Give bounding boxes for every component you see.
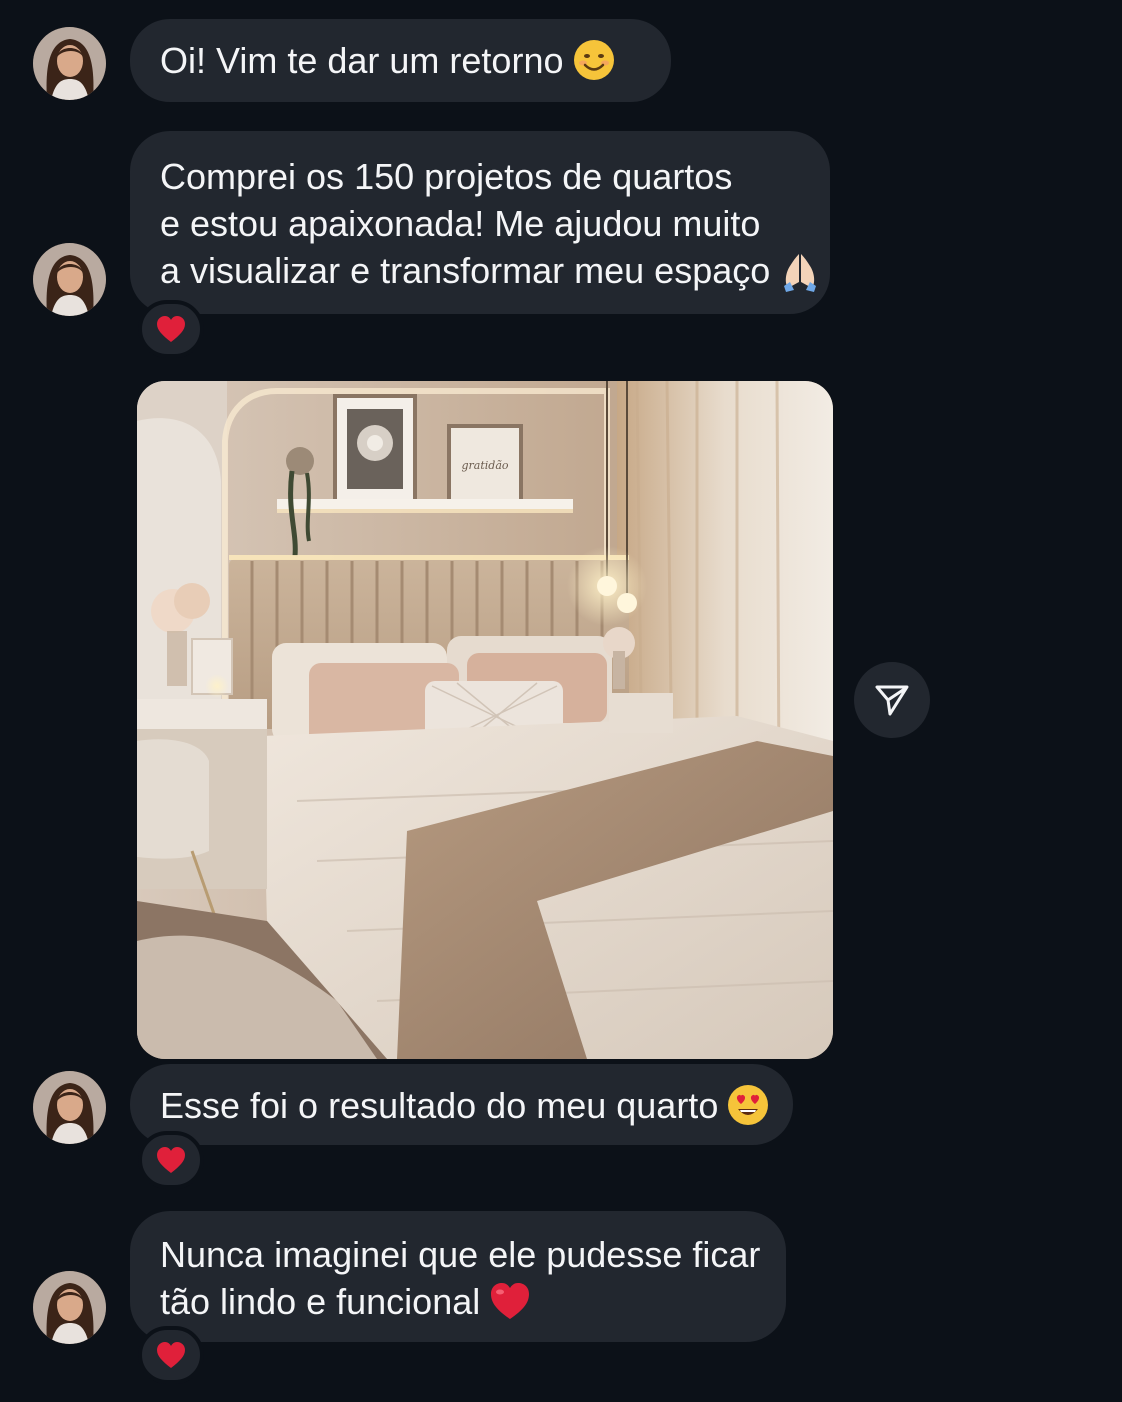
message-bubble[interactable]: Oi! Vim te dar um retorno [130,19,671,102]
red-heart-icon [157,316,185,342]
shared-photo[interactable]: gratidão [137,381,833,1059]
folded-hands-emoji-icon [778,248,822,292]
reaction-badge[interactable] [138,300,204,358]
sender-avatar[interactable] [33,243,106,316]
message-bubble[interactable]: Comprei os 150 projetos de quartos e est… [130,131,830,314]
sender-avatar[interactable] [33,1271,106,1344]
message-text: e estou apaixonada! Me ajudou muito [160,203,761,244]
message-text: tão lindo e funcional [160,1281,481,1322]
smiling-face-emoji-icon [572,38,616,82]
paper-plane-icon [875,685,909,716]
red-heart-emoji-icon [488,1279,532,1323]
sender-avatar[interactable] [33,27,106,100]
message-text: Comprei os 150 projetos de quartos [160,156,733,197]
bedroom-photo-image: gratidão [137,381,833,1059]
heart-eyes-emoji-icon [726,1083,770,1127]
share-button[interactable] [854,662,930,738]
frame-text: gratidão [461,459,508,472]
message-text: a visualizar e transformar meu espaço [160,250,771,291]
message-bubble[interactable]: Esse foi o resultado do meu quarto [130,1064,793,1145]
chat-thread: Oi! Vim te dar um retorno Comprei os 150… [0,0,1122,1402]
message-bubble[interactable]: Nunca imaginei que ele pudesse ficar tão… [130,1211,786,1342]
red-heart-icon [157,1147,185,1173]
message-text: Nunca imaginei que ele pudesse ficar [160,1234,761,1275]
sender-avatar[interactable] [33,1071,106,1144]
reaction-badge[interactable] [138,1131,204,1189]
message-text: Esse foi o resultado do meu quarto [160,1085,719,1126]
red-heart-icon [157,1342,185,1368]
reaction-badge[interactable] [138,1326,204,1384]
message-text: Oi! Vim te dar um retorno [160,40,564,81]
